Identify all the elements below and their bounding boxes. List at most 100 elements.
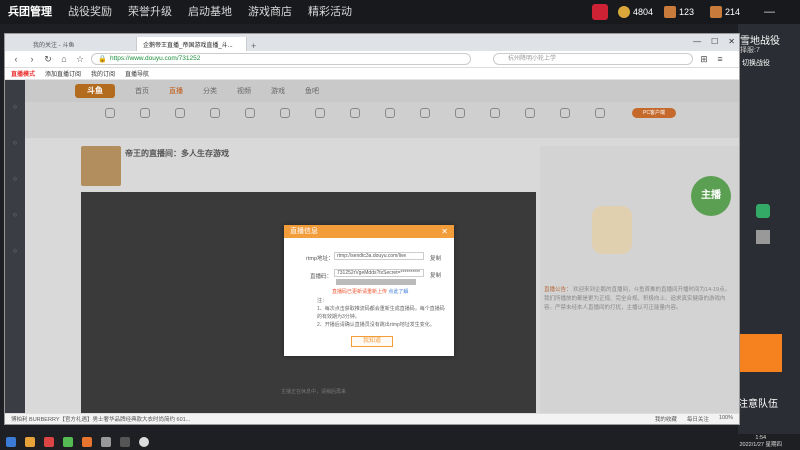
status-daily[interactable]: 每日关注 xyxy=(687,415,709,423)
browser-tab-follow[interactable]: 我的关注 - 斗鱼 xyxy=(27,37,137,51)
category-item[interactable] xyxy=(130,108,160,121)
forward-icon[interactable]: › xyxy=(27,54,37,64)
news-ticker[interactable]: 博柏利 BURBERRY【官方礼遇】男士奢华品牌经典款大衣时尚简约 601... xyxy=(11,415,190,423)
game-tab-shop[interactable]: 游戏商店 xyxy=(240,0,300,24)
game-tab-base[interactable]: 启动基地 xyxy=(180,0,240,24)
category-item[interactable] xyxy=(270,108,300,121)
confirm-button[interactable]: 我知道 xyxy=(351,336,393,347)
start-icon[interactable] xyxy=(6,437,16,447)
nav-fishbar[interactable]: 鱼吧 xyxy=(305,86,319,96)
card-icon xyxy=(664,6,676,18)
game-tab-honor[interactable]: 荣誉升级 xyxy=(120,0,180,24)
star-icon[interactable]: ☆ xyxy=(75,54,85,65)
taskbar-app-icon[interactable] xyxy=(63,437,73,447)
maximize-icon[interactable]: ☐ xyxy=(711,37,718,46)
copy-rtmp-button[interactable]: 复制 xyxy=(430,254,441,262)
announcement-text: 欢迎来到企鹅的直播间，斗鱼首推的直播间开播时间为14-19点。我们所播放的都是更… xyxy=(544,287,731,311)
nav-category[interactable]: 分类 xyxy=(203,86,217,96)
streamer-info: 帝王的直播间：多人生存游戏 xyxy=(81,146,536,190)
minimize-icon[interactable]: — xyxy=(693,37,701,46)
category-item[interactable] xyxy=(165,108,195,121)
game-action-panel[interactable] xyxy=(740,334,782,372)
home-icon[interactable]: ⌂ xyxy=(59,54,69,64)
taskbar-app-icon[interactable] xyxy=(25,437,35,447)
taskbar-app-icon[interactable] xyxy=(139,437,149,447)
sidebar-icon[interactable]: ◇ xyxy=(7,140,23,146)
leaf-icon xyxy=(756,204,770,218)
category-item[interactable] xyxy=(515,108,545,121)
learn-more-link[interactable]: 点此了解 xyxy=(388,289,408,295)
code-field[interactable]: 731252rVgeMdds?txSecret=********** xyxy=(334,269,424,277)
category-item[interactable] xyxy=(305,108,335,121)
copy-code-button[interactable]: 复制 xyxy=(430,271,441,279)
modal-title: 直播信息 xyxy=(290,228,318,235)
refresh-icon[interactable]: ↻ xyxy=(43,54,53,65)
category-item[interactable] xyxy=(445,108,475,121)
status-favorites[interactable]: 我的收藏 xyxy=(655,415,677,423)
browser-window: 我的关注 - 斗鱼 企鹅帝王直播_帝国游戏直播_斗... + — ☐ ✕ ‹ ›… xyxy=(4,33,740,425)
pc-client-button[interactable]: PC客户端 xyxy=(632,108,676,118)
url-input[interactable]: 🔒 https://www.douyu.com/731252 xyxy=(91,53,471,65)
zoom-level[interactable]: 100% xyxy=(719,415,733,423)
taskbar-app-icon[interactable] xyxy=(44,437,54,447)
bookmark-nav[interactable]: 直播导航 xyxy=(125,69,149,78)
game-top-bar: 兵团管理 战役奖励 荣誉升级 启动基地 游戏商店 精彩活动 4804 123 2… xyxy=(0,0,800,24)
extensions-icon[interactable]: ⊞ xyxy=(699,54,709,65)
bookmark-subscribe[interactable]: 添加直播订阅 xyxy=(45,69,81,78)
browser-tab-stream[interactable]: 企鹅帝王直播_帝国游戏直播_斗... xyxy=(137,37,247,51)
search-input[interactable]: 杭州降明小轮上学 xyxy=(493,53,693,65)
game-tab-battle-rewards[interactable]: 战役奖励 xyxy=(60,0,120,24)
card-currency-1: 123 xyxy=(664,4,694,20)
nav-game[interactable]: 游戏 xyxy=(271,86,285,96)
sidebar-icon[interactable]: ◇ xyxy=(7,248,23,254)
close-icon[interactable]: ✕ xyxy=(728,37,735,46)
side-banner[interactable]: 主播 xyxy=(691,176,731,216)
back-icon[interactable]: ‹ xyxy=(11,54,21,64)
browser-tabbar: 我的关注 - 斗鱼 企鹅帝王直播_帝国游戏直播_斗... + — ☐ ✕ xyxy=(5,34,739,51)
nav-live[interactable]: 直播 xyxy=(169,86,183,96)
category-item[interactable] xyxy=(235,108,265,121)
video-status-text: 主播正在休息中，请稍后再来 xyxy=(281,389,347,395)
window-controls: — ☐ ✕ xyxy=(693,37,735,46)
sidebar-icon[interactable]: ◇ xyxy=(7,176,23,182)
system-clock[interactable]: 1:54 2022/1/27 星期四 xyxy=(740,435,783,449)
category-item[interactable] xyxy=(340,108,370,121)
announcement: 直播公告： 欢迎来到企鹅的直播间，斗鱼首推的直播间开播时间为14-19点。我们所… xyxy=(544,286,734,313)
modal-close-icon[interactable]: ✕ xyxy=(441,225,448,238)
rtmp-field[interactable]: rtmp://sendtc3a.douyu.com/live xyxy=(334,252,424,260)
lock-icon: 🔒 xyxy=(98,56,107,63)
category-item[interactable] xyxy=(200,108,230,121)
game-tab-events[interactable]: 精彩活动 xyxy=(300,0,360,24)
modal-header: 直播信息 ✕ xyxy=(284,225,454,238)
rtmp-label: rtmp地址： xyxy=(306,256,334,262)
menu-icon[interactable]: — xyxy=(764,6,775,18)
category-item[interactable] xyxy=(95,108,125,121)
switch-battle-button[interactable]: 切换战役 xyxy=(742,58,770,68)
sidebar-icon[interactable]: ◇ xyxy=(7,104,23,110)
bookmark-live-mode[interactable]: 直播模式 xyxy=(11,69,35,78)
menu-lines-icon[interactable]: ≡ xyxy=(715,54,725,64)
taskbar-app-icon[interactable] xyxy=(120,437,130,447)
stream-info-modal: 直播信息 ✕ rtmp地址： rtmp://sendtc3a.douyu.com… xyxy=(284,225,454,356)
game-right-panel: 雪地战役 择服:7 切换战役 xyxy=(738,24,800,434)
streamer-avatar[interactable] xyxy=(81,146,121,186)
new-tab-icon[interactable]: + xyxy=(251,41,256,51)
nav-video[interactable]: 视频 xyxy=(237,86,251,96)
taskbar-app-icon[interactable] xyxy=(101,437,111,447)
category-item[interactable] xyxy=(480,108,510,121)
player-avatar xyxy=(756,230,770,244)
taskbar-app-icon[interactable] xyxy=(82,437,92,447)
sidebar-icon[interactable]: ◇ xyxy=(7,212,23,218)
windows-taskbar: 1:54 2022/1/27 星期四 xyxy=(0,434,800,450)
douyu-logo[interactable]: 斗鱼 xyxy=(75,84,115,98)
status-bar: 博柏利 BURBERRY【官方礼遇】男士奢华品牌经典款大衣时尚简约 601...… xyxy=(5,413,739,424)
stream-title: 帝王的直播间：多人生存游戏 xyxy=(125,149,229,158)
category-item[interactable] xyxy=(550,108,580,121)
category-item[interactable] xyxy=(375,108,405,121)
bookmark-my-subs[interactable]: 我的订阅 xyxy=(91,69,115,78)
clock-time: 1:54 xyxy=(755,435,767,441)
game-tab-team[interactable]: 兵团管理 xyxy=(0,0,60,24)
category-item[interactable] xyxy=(585,108,615,121)
category-item[interactable] xyxy=(410,108,440,121)
nav-home[interactable]: 首页 xyxy=(135,86,149,96)
